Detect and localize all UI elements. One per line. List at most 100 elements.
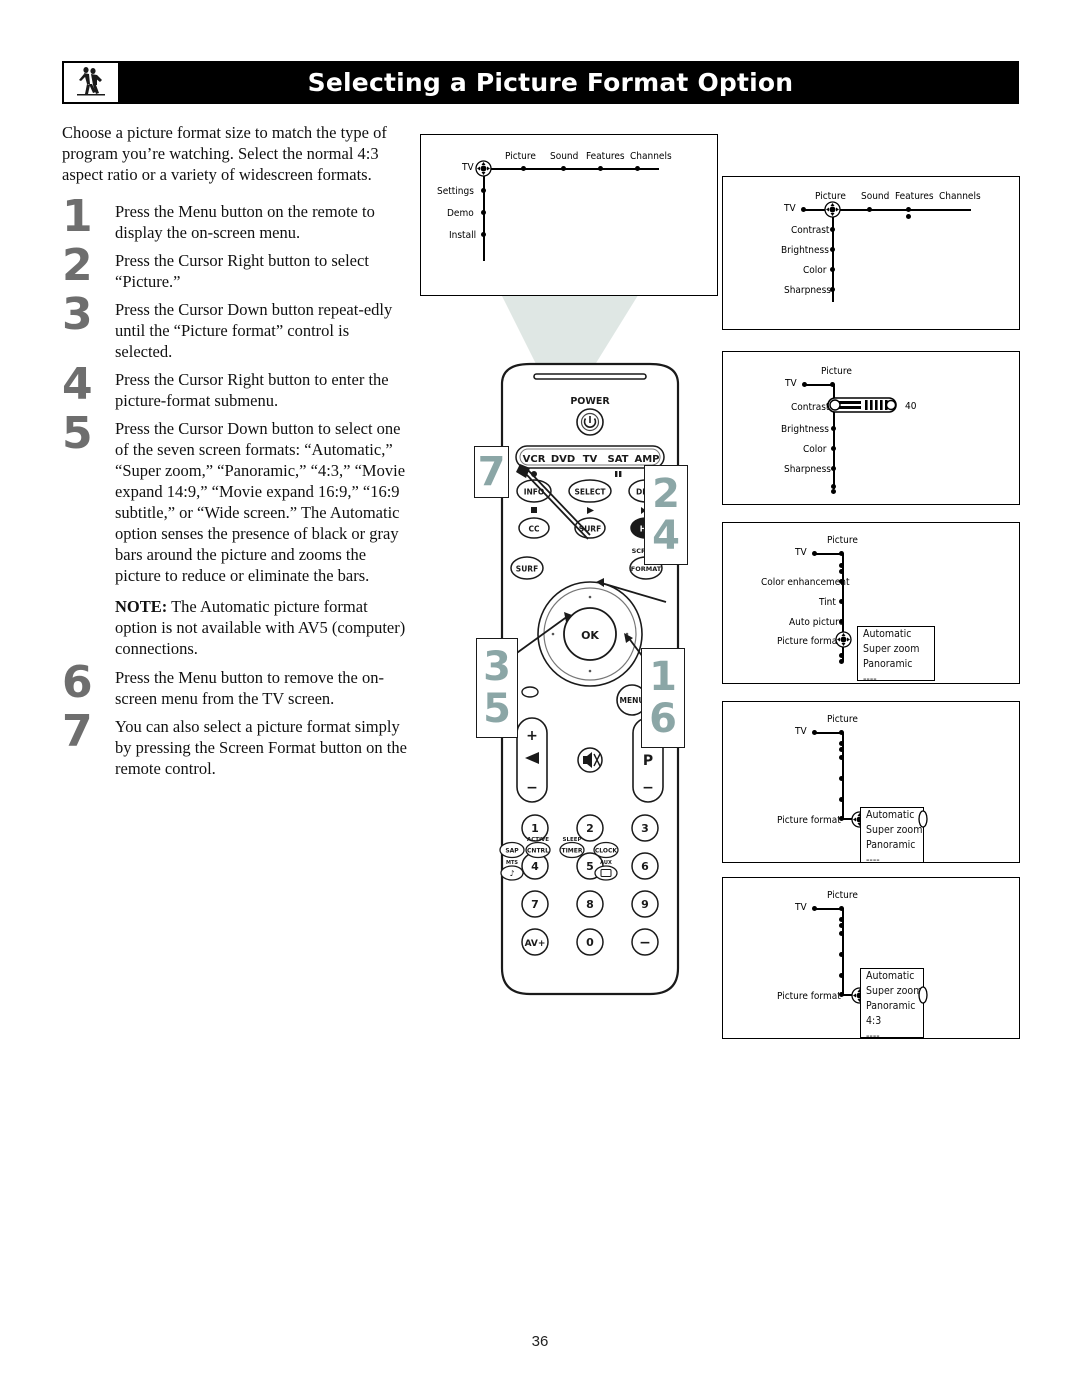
option-automatic[interactable]: Automatic [861,808,923,823]
option-super-zoom[interactable]: Super zoom [858,642,934,657]
tv-screen-diagram: Picture Sound Features Channels TV Setti… [420,134,718,296]
tv-menu-item-channels: Channels [630,151,672,162]
tv-menu-item-features: Features [586,151,625,162]
p4-column-label: Picture [827,714,858,725]
tv-root-label: TV [462,162,474,173]
callout-7: 7 [474,446,509,498]
svg-text:TIMER: TIMER [561,848,582,855]
option-automatic[interactable]: Automatic [861,969,923,984]
instructions-column: Choose a picture format size to match th… [62,122,407,786]
note-label: NOTE: [115,597,168,616]
step-5: 5 Press the Cursor Down button to select… [62,412,407,586]
svg-text:AV+: AV+ [525,939,546,949]
picture-format-option-list: Automatic Super zoom Panoramic ---- [860,807,924,866]
option-four-three[interactable]: 4:3 [861,1014,923,1029]
step-5-text: Press the Cursor Down button to select o… [115,419,406,585]
option-more: ---- [866,1030,880,1042]
cursor-ring-icon [835,631,852,648]
p3-menu-item-picture-format: Picture format [777,636,841,647]
page-header: Selecting a Picture Format Option [62,61,1019,104]
step-2-number: 2 [62,240,93,291]
manual-page: Selecting a Picture Format Option Choose… [0,0,1080,1397]
p1-menu-item-brightness: Brightness [781,245,829,256]
step-2-text: Press the Cursor Right button to select … [115,251,369,291]
svg-text:POWER: POWER [570,396,610,407]
panel-contrast-slider: Picture TV Contrast 40 Brightness Color … [722,351,1020,505]
callout-2-number: 2 [652,471,680,517]
p4-root-label: TV [795,726,807,737]
tv-menu-item-demo: Demo [447,208,474,219]
page-title: Selecting a Picture Format Option [307,68,794,97]
p4-menu-item-picture-format: Picture format [777,815,841,826]
cursor-ring-icon [824,201,841,218]
option-panoramic[interactable]: Panoramic [861,838,923,853]
step-6: 6 Press the Menu button to remove the on… [62,661,407,709]
p1-menu-item-sharpness: Sharpness [784,285,831,296]
page-number: 36 [531,1333,549,1350]
p1-menu-item-color: Color [803,265,827,276]
contrast-slider-value: 40 [905,401,917,412]
step-3-number: 3 [62,289,93,340]
p3-menu-item-auto-picture: Auto picture [789,617,845,628]
step-2: 2 Press the Cursor Right button to selec… [62,244,407,292]
step-1-number: 1 [62,191,93,242]
svg-text:CNTRL: CNTRL [527,848,549,855]
note-block: NOTE: The Automatic picture format optio… [115,596,407,659]
svg-text:0: 0 [586,936,594,949]
callout-3-number: 3 [483,644,511,690]
p5-root-label: TV [795,902,807,913]
tv-menu-item-picture: Picture [505,151,536,162]
step-7-number: 7 [62,706,93,757]
option-super-zoom[interactable]: Super zoom [861,823,923,838]
p1-menu-item-channels: Channels [939,191,981,202]
callout-1-number: 1 [649,654,677,700]
panel-picture-highlighted: Picture Sound Features Channels TV Contr… [722,176,1020,330]
contrast-slider[interactable] [827,394,899,416]
option-automatic[interactable]: Automatic [858,627,934,642]
intro-paragraph: Choose a picture format size to match th… [62,123,387,184]
option-panoramic[interactable]: Panoramic [858,657,934,672]
p2-menu-item-sharpness: Sharpness [784,464,831,475]
p3-menu-item-tint: Tint [819,597,836,608]
callout-2-4: 2 4 [644,465,688,565]
cursor-ring-icon [475,160,492,177]
p2-menu-item-color: Color [803,444,827,455]
two-dancers-logo-icon [63,62,119,103]
callout-3-5: 3 5 [476,638,518,738]
step-4: 4 Press the Cursor Right button to enter… [62,363,407,411]
step-3: 3 Press the Cursor Down button repeat-ed… [62,293,407,362]
step-6-number: 6 [62,657,93,708]
remote-bottom-buttons: ACTIVE SLEEP SAP CNTRL TIMER CLOCK MTS ♪… [499,837,619,881]
svg-text:−: − [642,780,654,796]
picture-format-option-list: Automatic Super zoom Panoramic ---- [857,626,935,685]
callout-5-number: 5 [483,686,511,732]
step-6-text: Press the Menu button to remove the on-s… [115,668,384,708]
p3-menu-item-color-enhancement: Color enhancement [761,577,850,588]
callout-6-number: 6 [649,696,677,742]
p1-menu-item-sound: Sound [861,191,890,202]
p5-column-label: Picture [827,890,858,901]
step-4-text: Press the Cursor Right button to enter t… [115,370,389,410]
picture-format-option-list: Automatic Super zoom Panoramic 4:3 ---- [860,968,924,1042]
tv-menu-item-settings: Settings [437,186,474,197]
option-panoramic[interactable]: Panoramic [861,999,923,1014]
svg-text:SAP: SAP [505,848,519,855]
p2-menu-item-brightness: Brightness [781,424,829,435]
step-5-number: 5 [62,408,93,459]
callout-7-number: 7 [477,449,506,495]
svg-text:AUX: AUX [600,860,612,866]
p2-column-label: Picture [821,366,852,377]
scroll-indicator-icon [918,810,928,828]
p1-menu-item-features: Features [895,191,934,202]
p3-column-label: Picture [827,535,858,546]
svg-text:−: − [526,780,538,796]
option-more: ---- [863,673,877,685]
p5-menu-item-picture-format: Picture format [777,991,841,1002]
p3-root-label: TV [795,547,807,558]
panel-submenu-automatic: Picture TV Picture format Automatic Supe… [722,701,1020,866]
p1-root-label: TV [784,203,796,214]
option-super-zoom[interactable]: Super zoom [861,984,923,999]
step-7: 7 You can also select a picture format s… [62,710,407,779]
p2-menu-item-contrast: Contrast [791,402,830,413]
option-more: ---- [866,854,880,866]
